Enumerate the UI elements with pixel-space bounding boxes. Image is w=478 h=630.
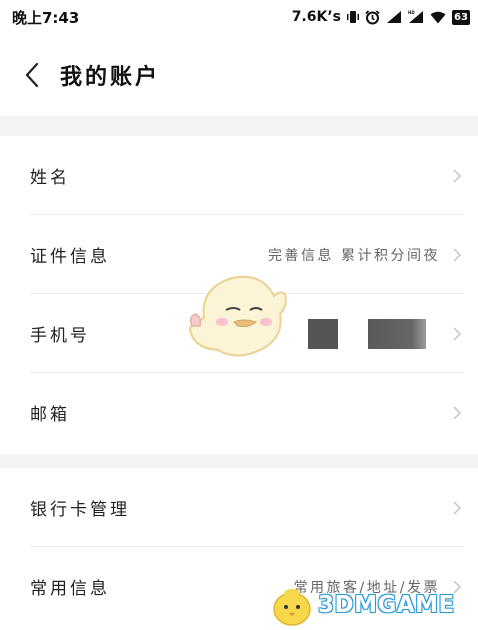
watermark-text: 3DMGAME bbox=[318, 592, 455, 618]
row-label-name: 姓名 bbox=[30, 168, 70, 188]
wifi-icon bbox=[430, 11, 446, 24]
back-button[interactable] bbox=[4, 45, 60, 105]
phone-number-redacted bbox=[308, 318, 450, 349]
row-label-id-info: 证件信息 bbox=[30, 247, 110, 267]
chevron-right-icon bbox=[450, 245, 464, 265]
signal-hd-icon: HD bbox=[408, 10, 424, 24]
app-header: 我的账户 bbox=[0, 34, 478, 116]
chevron-right-icon bbox=[450, 403, 464, 423]
redaction-block bbox=[368, 318, 426, 349]
row-label-bank-cards: 银行卡管理 bbox=[30, 500, 130, 520]
network-speed: 7.6K’s bbox=[291, 9, 341, 25]
vibrate-icon bbox=[347, 10, 359, 24]
chevron-right-icon bbox=[450, 166, 464, 186]
status-time: 晚上7:43 bbox=[12, 8, 80, 27]
alarm-icon bbox=[365, 9, 380, 25]
row-value-id-info: 完善信息 累计积分间夜 bbox=[268, 247, 440, 264]
row-label-phone: 手机号 bbox=[30, 326, 90, 346]
chick-mascot-icon bbox=[273, 589, 311, 626]
svg-text:HD: HD bbox=[408, 10, 415, 15]
row-bank-cards[interactable]: 银行卡管理 bbox=[0, 468, 478, 547]
chevron-right-icon bbox=[450, 498, 464, 518]
page-title: 我的账户 bbox=[60, 65, 161, 90]
row-label-email: 邮箱 bbox=[30, 405, 70, 425]
row-email[interactable]: 邮箱 bbox=[0, 373, 478, 452]
row-name[interactable]: 姓名 bbox=[0, 136, 478, 215]
status-icons: 7.6K’s HD 63 bbox=[292, 9, 470, 25]
signal-icon bbox=[386, 10, 402, 24]
chevron-left-icon bbox=[25, 62, 39, 88]
mascot-watermark-icon bbox=[186, 270, 292, 362]
status-bar: 晚上7:43 7.6K’s HD 63 bbox=[0, 0, 478, 34]
redaction-block bbox=[308, 318, 338, 349]
battery-indicator: 63 bbox=[452, 9, 470, 25]
watermark-logo: 3DMGAME bbox=[268, 580, 478, 630]
account-screen: 晚上7:43 7.6K’s HD 63 我的账户 姓名 证件信息 完善信息 累计… bbox=[0, 0, 478, 630]
row-label-common-info: 常用信息 bbox=[30, 579, 110, 599]
chevron-right-icon bbox=[450, 324, 464, 344]
